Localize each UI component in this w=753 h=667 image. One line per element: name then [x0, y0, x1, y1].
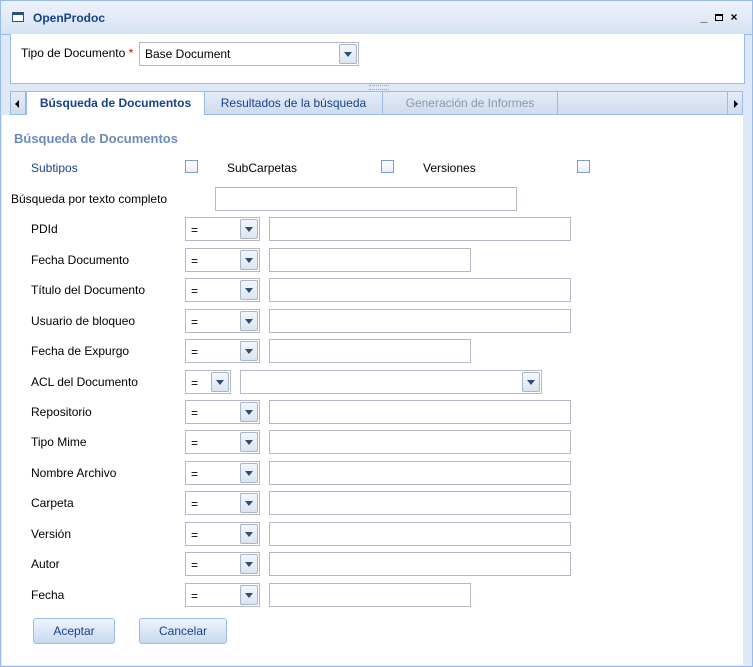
- operator-select-pdid[interactable]: =: [185, 217, 260, 241]
- operator-value: =: [191, 376, 199, 390]
- chevron-down-icon[interactable]: [339, 44, 357, 64]
- chevron-down-icon[interactable]: [240, 554, 258, 574]
- tab-scroll-right-icon[interactable]: [727, 92, 742, 114]
- maximize-button[interactable]: [713, 10, 725, 24]
- panel-splitter[interactable]: [369, 85, 389, 90]
- doc-type-label: Tipo de Documento *: [21, 46, 134, 60]
- chevron-down-icon[interactable]: [240, 341, 258, 361]
- subcarpetas-checkbox[interactable]: [381, 160, 394, 173]
- minimize-button[interactable]: _: [698, 10, 710, 24]
- window-titlebar[interactable]: OpenProdoc _ ×: [1, 1, 752, 35]
- operator-select-titulo-documento[interactable]: =: [185, 278, 260, 302]
- value-input-fecha-expurgo[interactable]: [269, 339, 471, 363]
- operator-select-nombre-archivo[interactable]: =: [185, 461, 260, 485]
- operator-value: =: [191, 467, 199, 481]
- chevron-down-icon[interactable]: [240, 402, 258, 422]
- tab-strip: Búsqueda de Documentos Resultados de la …: [10, 91, 743, 115]
- value-input-carpeta[interactable]: [269, 491, 571, 515]
- window-app-icon: [12, 12, 24, 22]
- field-label-autor: Autor: [31, 557, 60, 571]
- field-label-acl-documento: ACL del Documento: [31, 375, 138, 389]
- operator-select-usuario-bloqueo[interactable]: =: [185, 309, 260, 333]
- operator-select-tipo-mime[interactable]: =: [185, 430, 260, 454]
- field-label-nombre-archivo: Nombre Archivo: [31, 466, 117, 480]
- operator-value: =: [191, 406, 199, 420]
- tab-scroll-left-icon[interactable]: [11, 92, 26, 114]
- field-label-repositorio: Repositorio: [31, 405, 92, 419]
- field-label-fecha-expurgo: Fecha de Expurgo: [31, 344, 130, 358]
- chevron-down-icon[interactable]: [211, 372, 229, 392]
- chevron-down-icon[interactable]: [240, 524, 258, 544]
- value-input-tipo-mime[interactable]: [269, 430, 571, 454]
- document-type-panel: Tipo de Documento * Base Document: [10, 34, 745, 84]
- cancel-button[interactable]: Cancelar: [139, 618, 227, 644]
- search-form: Búsqueda de Documentos Subtipos SubCarpe…: [2, 115, 743, 665]
- doc-type-value: Base Document: [145, 47, 231, 61]
- value-input-titulo-documento[interactable]: [269, 278, 571, 302]
- doc-type-select[interactable]: Base Document: [139, 42, 359, 66]
- operator-select-repositorio[interactable]: =: [185, 400, 260, 424]
- operator-select-fecha-expurgo[interactable]: =: [185, 339, 260, 363]
- operator-select-autor[interactable]: =: [185, 552, 260, 576]
- field-label-tipo-mime: Tipo Mime: [31, 435, 87, 449]
- versiones-label: Versiones: [423, 161, 476, 175]
- chevron-down-icon[interactable]: [240, 250, 258, 270]
- operator-value: =: [191, 315, 199, 329]
- value-input-repositorio[interactable]: [269, 400, 571, 424]
- section-title: Búsqueda de Documentos: [14, 131, 178, 146]
- chevron-down-icon[interactable]: [240, 463, 258, 483]
- operator-value: =: [191, 284, 199, 298]
- operator-value: =: [191, 223, 199, 237]
- value-input-autor[interactable]: [269, 552, 571, 576]
- operator-value: =: [191, 254, 199, 268]
- field-label-pdid: PDId: [31, 222, 58, 236]
- value-input-fecha-documento[interactable]: [269, 248, 471, 272]
- openprodoc-window: OpenProdoc _ × Tipo de Documento * Base …: [0, 0, 753, 667]
- operator-value: =: [191, 589, 199, 603]
- required-mark: *: [128, 46, 134, 60]
- value-input-fecha[interactable]: [269, 583, 471, 607]
- value-input-version[interactable]: [269, 522, 571, 546]
- subtipos-checkbox[interactable]: [185, 160, 198, 173]
- operator-select-fecha-documento[interactable]: =: [185, 248, 260, 272]
- close-button[interactable]: ×: [728, 10, 740, 24]
- operator-value: =: [191, 528, 199, 542]
- operator-value: =: [191, 558, 199, 572]
- operator-select-fecha[interactable]: =: [185, 583, 260, 607]
- chevron-down-icon[interactable]: [240, 280, 258, 300]
- subcarpetas-label: SubCarpetas: [227, 161, 298, 175]
- operator-value: =: [191, 345, 199, 359]
- subtipos-label: Subtipos: [31, 161, 78, 175]
- operator-select-version[interactable]: =: [185, 522, 260, 546]
- value-input-usuario-bloqueo[interactable]: [269, 309, 571, 333]
- maximize-icon: [715, 14, 723, 21]
- operator-select-acl-documento[interactable]: =: [185, 370, 231, 394]
- operator-select-carpeta[interactable]: =: [185, 491, 260, 515]
- field-label-titulo-documento: Título del Documento: [31, 283, 146, 297]
- value-input-pdid[interactable]: [269, 217, 571, 241]
- field-label-usuario-bloqueo: Usuario de bloqueo: [31, 314, 136, 328]
- fulltext-input[interactable]: [215, 187, 517, 211]
- chevron-down-icon[interactable]: [240, 311, 258, 331]
- fulltext-label: Búsqueda por texto completo: [11, 192, 168, 206]
- tab-generacion-informes[interactable]: Generación de Informes: [383, 92, 558, 114]
- versiones-checkbox[interactable]: [577, 160, 590, 173]
- tab-busqueda-documentos[interactable]: Búsqueda de Documentos: [26, 92, 205, 115]
- field-label-fecha-documento: Fecha Documento: [31, 253, 130, 267]
- chevron-down-icon[interactable]: [522, 372, 540, 392]
- window-title: OpenProdoc: [33, 11, 106, 25]
- field-label-fecha: Fecha: [31, 588, 65, 602]
- field-label-version: Versión: [31, 527, 72, 541]
- operator-value: =: [191, 497, 199, 511]
- field-label-carpeta: Carpeta: [31, 496, 74, 510]
- chevron-down-icon[interactable]: [240, 493, 258, 513]
- value-input-nombre-archivo[interactable]: [269, 461, 571, 485]
- tab-resultados-busqueda[interactable]: Resultados de la búsqueda: [205, 92, 383, 114]
- chevron-down-icon[interactable]: [240, 219, 258, 239]
- value-select-acl-documento[interactable]: [240, 370, 542, 394]
- chevron-down-icon[interactable]: [240, 432, 258, 452]
- accept-button[interactable]: Aceptar: [33, 618, 115, 644]
- operator-value: =: [191, 436, 199, 450]
- chevron-down-icon[interactable]: [240, 585, 258, 605]
